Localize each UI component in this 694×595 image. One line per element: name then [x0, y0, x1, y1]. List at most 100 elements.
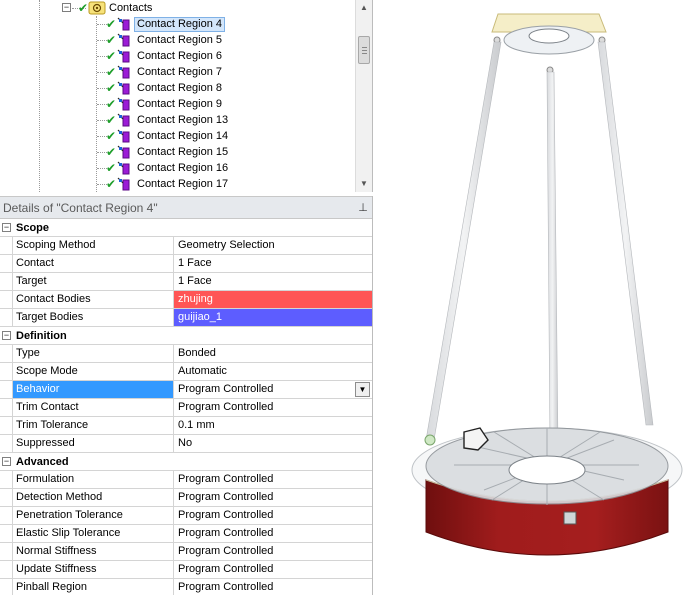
tree-node-contacts[interactable]: ✔ Contacts [78, 0, 155, 16]
property-value[interactable]: Program Controlled [174, 543, 372, 560]
group-definition[interactable]: − Definition [0, 327, 372, 345]
tree-node-contact-region[interactable]: ✔ Contact Region 16 [106, 160, 231, 176]
scroll-up-arrow-icon[interactable]: ▲ [356, 0, 372, 16]
property-value[interactable]: 0.1 mm [174, 417, 372, 434]
tree-node-contact-region[interactable]: ✔ Contact Region 17 [106, 176, 231, 192]
contact-glyph-icon [117, 145, 130, 159]
property-name: Scope Mode [13, 363, 174, 380]
property-value[interactable]: Program Controlled [174, 525, 372, 542]
contacts-folder-icon [88, 1, 106, 15]
group-scope[interactable]: − Scope [0, 219, 372, 237]
top-hub [491, 13, 607, 74]
property-row[interactable]: Target Bodies guijiao_1 [0, 309, 372, 327]
property-row[interactable]: Pinball Region Program Controlled [0, 579, 372, 595]
property-value[interactable]: Program Controlled [174, 507, 372, 524]
property-name: Trim Contact [13, 399, 174, 416]
property-value[interactable]: Program Controlled [174, 399, 372, 416]
property-row[interactable]: Target 1 Face [0, 273, 372, 291]
contact-glyph-icon [117, 65, 130, 79]
property-value-text: Program Controlled [178, 401, 274, 413]
contact-region-icon: ✔ [106, 80, 134, 96]
property-value[interactable]: Geometry Selection [174, 237, 372, 254]
property-value-text: Program Controlled [178, 509, 274, 521]
property-name: Contact [13, 255, 174, 272]
group-label: Advanced [16, 455, 69, 468]
property-value[interactable]: guijiao_1 [174, 309, 372, 326]
contact-glyph-icon [117, 161, 130, 175]
property-row[interactable]: Contact Bodies zhujing [0, 291, 372, 309]
collapse-icon[interactable]: − [0, 219, 13, 237]
tree-node-contact-region[interactable]: ✔ Contact Region 13 [106, 112, 231, 128]
collapse-icon[interactable]: − [0, 327, 13, 345]
contact-region-icon: ✔ [106, 176, 134, 192]
property-value-text: Automatic [178, 365, 227, 377]
contact-glyph-icon [117, 97, 130, 111]
property-row[interactable]: Update Stiffness Program Controlled [0, 561, 372, 579]
tree-node-label: Contact Region 16 [137, 161, 229, 174]
property-row[interactable]: Trim Tolerance 0.1 mm [0, 417, 372, 435]
property-value[interactable]: 1 Face [174, 255, 372, 272]
property-value[interactable]: Program Controlled [174, 489, 372, 506]
scroll-down-arrow-icon[interactable]: ▼ [356, 176, 372, 192]
property-row[interactable]: Contact 1 Face [0, 255, 372, 273]
property-row[interactable]: Suppressed No [0, 435, 372, 453]
pin-icon[interactable]: ⊥ [358, 202, 368, 214]
property-value-text: Program Controlled [178, 527, 274, 539]
property-value-text: Program Controlled [178, 581, 274, 593]
property-row[interactable]: Detection Method Program Controlled [0, 489, 372, 507]
tree-node-contact-region[interactable]: ✔ Contact Region 5 [106, 32, 225, 48]
contact-region-icon: ✔ [106, 160, 134, 176]
property-value-text: Program Controlled [178, 383, 274, 395]
check-icon: ✔ [106, 145, 117, 159]
scroll-thumb[interactable] [358, 36, 370, 64]
tree-node-contact-region[interactable]: ✔ Contact Region 7 [106, 64, 225, 80]
contact-region-icon: ✔ [106, 128, 134, 144]
property-row[interactable]: Behavior Program Controlled ▼ [0, 381, 372, 399]
contact-glyph-icon [117, 49, 130, 63]
tree-node-contact-region[interactable]: ✔ Contact Region 15 [106, 144, 231, 160]
contact-region-icon: ✔ [106, 96, 134, 112]
property-name: Trim Tolerance [13, 417, 174, 434]
dropdown-arrow-icon[interactable]: ▼ [355, 382, 370, 397]
tree-node-contact-region[interactable]: ✔ Contact Region 9 [106, 96, 225, 112]
property-value[interactable]: zhujing [174, 291, 372, 308]
contact-region-icon: ✔ [106, 144, 134, 160]
properties-grid: − Scope Scoping Method Geometry Selection Co… [0, 219, 372, 595]
property-row[interactable]: Trim Contact Program Controlled [0, 399, 372, 417]
group-advanced[interactable]: − Advanced [0, 453, 372, 471]
property-value[interactable]: No [174, 435, 372, 452]
tree-scrollbar[interactable]: ▲ ▼ [355, 0, 372, 192]
collapse-icon[interactable]: − [0, 453, 13, 471]
property-value[interactable]: Automatic [174, 363, 372, 380]
property-row[interactable]: Type Bonded [0, 345, 372, 363]
details-title: Details of "Contact Region 4" [3, 200, 158, 215]
property-value-text: zhujing [178, 293, 213, 305]
property-value[interactable]: 1 Face [174, 273, 372, 290]
tree-node-contact-region[interactable]: ✔ Contact Region 6 [106, 48, 225, 64]
property-value-text: 1 Face [178, 257, 212, 269]
property-row[interactable]: Scoping Method Geometry Selection [0, 237, 372, 255]
tree-node-contact-region[interactable]: ✔ Contact Region 14 [106, 128, 231, 144]
tree-node-contact-region[interactable]: ✔ Contact Region 4 [106, 16, 225, 32]
property-value[interactable]: Program Controlled ▼ [174, 381, 372, 398]
check-icon: ✔ [78, 1, 89, 15]
property-row[interactable]: Normal Stiffness Program Controlled [0, 543, 372, 561]
property-value-text: Program Controlled [178, 491, 274, 503]
contact-glyph-icon [117, 129, 130, 143]
property-value-text: Program Controlled [178, 473, 274, 485]
outline-tree: − ✔ Contacts ✔ Contact Region 4 ✔ Contact R… [0, 0, 373, 192]
support-rods [425, 41, 654, 446]
contact-region-icon: ✔ [106, 16, 134, 32]
property-row[interactable]: Scope Mode Automatic [0, 363, 372, 381]
graphics-viewport[interactable] [374, 0, 694, 595]
contacts-expander[interactable]: − [62, 3, 71, 12]
property-value[interactable]: Program Controlled [174, 561, 372, 578]
property-value[interactable]: Program Controlled [174, 471, 372, 488]
property-value[interactable]: Bonded [174, 345, 372, 362]
property-row[interactable]: Penetration Tolerance Program Controlled [0, 507, 372, 525]
property-value[interactable]: Program Controlled [174, 579, 372, 595]
check-icon: ✔ [106, 17, 117, 31]
property-row[interactable]: Elastic Slip Tolerance Program Controlled [0, 525, 372, 543]
property-row[interactable]: Formulation Program Controlled [0, 471, 372, 489]
tree-node-contact-region[interactable]: ✔ Contact Region 8 [106, 80, 225, 96]
